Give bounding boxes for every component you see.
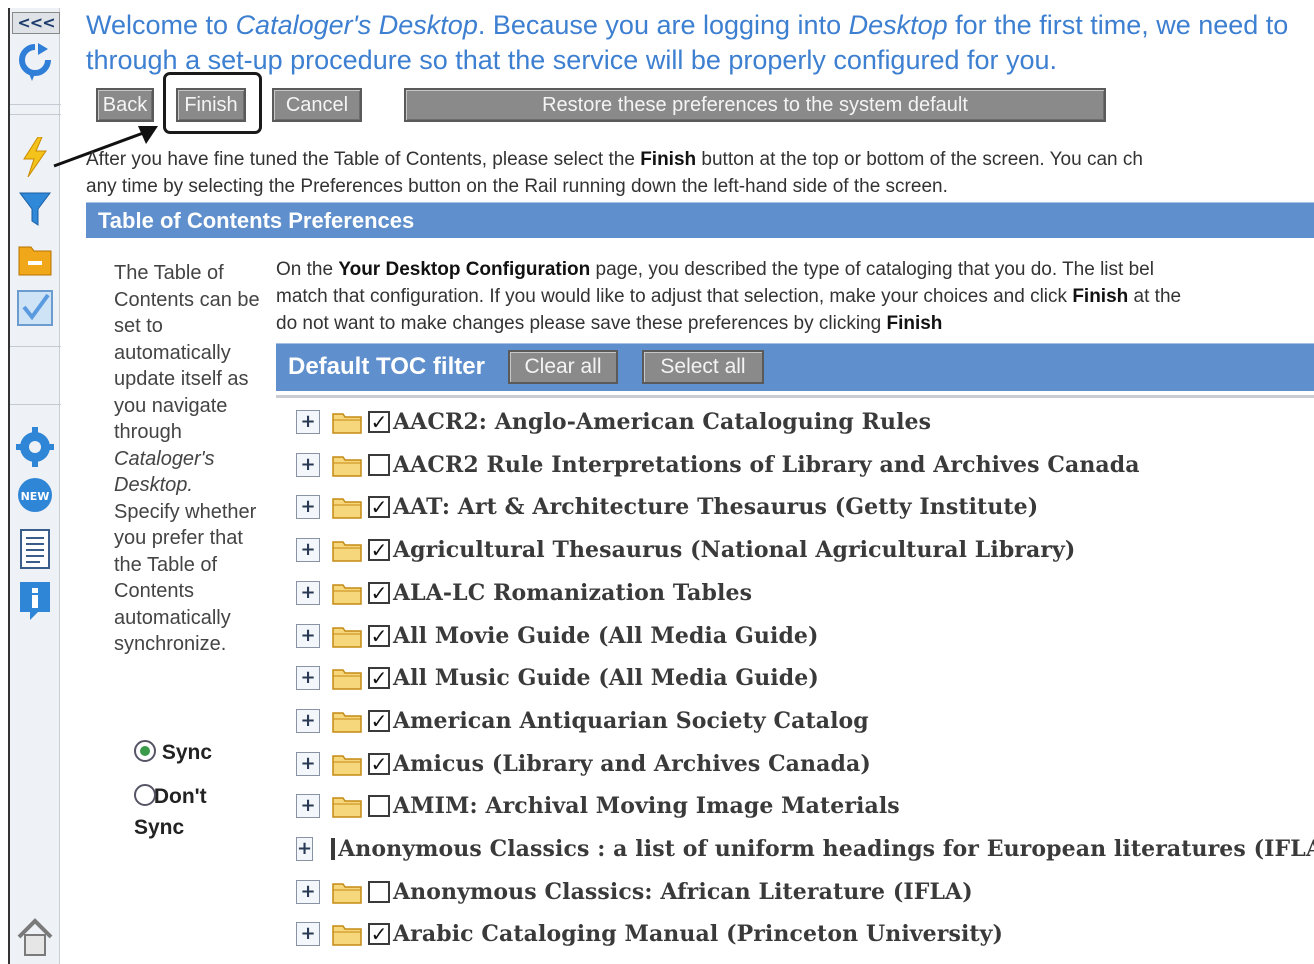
info-icon[interactable] bbox=[14, 580, 56, 622]
cancel-button[interactable]: Cancel bbox=[272, 88, 362, 122]
toc-item-label[interactable]: ALA-LC Romanization Tables bbox=[393, 580, 752, 606]
folder-icon bbox=[332, 584, 362, 605]
folder-icon bbox=[332, 669, 362, 690]
toc-checkbox[interactable]: ✓ bbox=[368, 752, 390, 775]
toc-item-label[interactable]: Anonymous Classics : a list of uniform h… bbox=[338, 836, 1314, 862]
svg-text:NEW: NEW bbox=[21, 490, 50, 503]
radio-dont-sync-button[interactable] bbox=[134, 784, 156, 806]
toc-item-label[interactable]: Agricultural Thesaurus (National Agricul… bbox=[393, 537, 1075, 563]
toc-checkbox[interactable]: ✓ bbox=[368, 709, 390, 732]
list-item: + ✓ Arabic Cataloging Manual (Princeton Un… bbox=[296, 914, 1314, 954]
toc-checkbox[interactable] bbox=[368, 453, 390, 476]
folder-icon bbox=[332, 712, 362, 733]
divider bbox=[276, 395, 1314, 398]
toc-checkbox[interactable]: ✓ bbox=[368, 624, 390, 647]
expand-icon[interactable]: + bbox=[296, 623, 320, 648]
folder-icon bbox=[332, 882, 362, 904]
expand-icon[interactable]: + bbox=[296, 837, 314, 861]
list-item: + ✓ All Movie Guide (All Media Guide) bbox=[296, 616, 1314, 656]
list-item: + ✓ All Music Guide (All Media Guide) bbox=[296, 658, 1314, 698]
toc-item-label[interactable]: All Music Guide (All Media Guide) bbox=[393, 665, 819, 691]
intro-instructions: After you have fine tuned the Table of C… bbox=[86, 149, 1143, 197]
expand-icon[interactable]: + bbox=[296, 538, 320, 563]
expand-icon[interactable]: + bbox=[296, 794, 320, 819]
clear-all-button[interactable]: Clear all bbox=[508, 350, 618, 384]
restore-defaults-button[interactable]: Restore these preferences to the system … bbox=[404, 88, 1106, 122]
list-item: + ✓ Agricultural Thesaurus (National Agric… bbox=[296, 530, 1314, 570]
expand-icon[interactable]: + bbox=[296, 666, 320, 691]
select-all-button[interactable]: Select all bbox=[642, 350, 764, 384]
radio-dont-sync[interactable]: Don't Sync bbox=[134, 781, 254, 843]
expand-icon[interactable]: + bbox=[296, 580, 320, 605]
refresh-icon[interactable] bbox=[14, 42, 56, 84]
expand-icon[interactable]: + bbox=[296, 452, 320, 477]
toc-checkbox[interactable]: ✓ bbox=[368, 923, 390, 946]
expand-icon[interactable]: + bbox=[296, 879, 320, 904]
list-item: + ✓ ALA-LC Romanization Tables bbox=[296, 573, 1314, 613]
toc-checkbox[interactable]: ✓ bbox=[368, 411, 390, 433]
folder-icon bbox=[332, 541, 362, 562]
folder-icon bbox=[332, 498, 362, 520]
list-item: + AACR2 Rule Interpretations of Library a… bbox=[296, 445, 1314, 485]
toc-item-label[interactable]: AACR2 Rule Interpretations of Library an… bbox=[393, 452, 1140, 478]
finish-highlight-box bbox=[163, 72, 262, 134]
list-item: + Anonymous Classics : a list of uniform … bbox=[296, 829, 1314, 869]
home-icon[interactable] bbox=[14, 916, 56, 958]
toc-filter-bar: Default TOC filter Clear all Select all bbox=[276, 343, 1314, 391]
folder-icon bbox=[332, 754, 362, 776]
toc-item-label[interactable]: AAT: Art & Architecture Thesaurus (Getty… bbox=[393, 494, 1038, 520]
back-button[interactable]: Back bbox=[96, 88, 154, 122]
toc-item-label[interactable]: AMIM: Archival Moving Image Materials bbox=[393, 793, 900, 819]
gear-icon[interactable] bbox=[14, 426, 56, 468]
toc-item-label[interactable]: All Movie Guide (All Media Guide) bbox=[393, 623, 819, 649]
configuration-description: On the Your Desktop Configuration page, … bbox=[276, 259, 1182, 334]
folder-icon[interactable] bbox=[14, 238, 56, 280]
toc-item-label[interactable]: AACR2: Anglo-American Cataloguing Rules bbox=[393, 409, 931, 435]
checkmark-icon[interactable] bbox=[14, 286, 56, 328]
section-title: Table of Contents Preferences bbox=[86, 202, 1314, 238]
collapse-rail-button[interactable]: <<< bbox=[12, 12, 60, 34]
filter-title: Default TOC filter bbox=[288, 353, 485, 380]
filter-icon[interactable] bbox=[14, 188, 56, 230]
toc-item-label[interactable]: Amicus (Library and Archives Canada) bbox=[393, 751, 871, 777]
folder-icon bbox=[332, 925, 362, 947]
folder-icon bbox=[332, 455, 362, 477]
expand-icon[interactable]: + bbox=[296, 922, 320, 947]
expand-icon[interactable]: + bbox=[296, 410, 320, 434]
radio-sync[interactable]: Sync bbox=[134, 740, 212, 765]
toc-checkbox[interactable]: ✓ bbox=[368, 667, 390, 690]
toc-checkbox[interactable]: ✓ bbox=[368, 539, 390, 562]
folder-icon bbox=[332, 626, 362, 648]
list-item: + Anonymous Classics: African Literature … bbox=[296, 872, 1314, 912]
expand-icon[interactable]: + bbox=[296, 708, 320, 733]
toc-checkbox[interactable]: ✓ bbox=[368, 581, 390, 604]
welcome-message: Welcome to Cataloger's Desktop. Because … bbox=[86, 10, 1289, 75]
toc-checkbox[interactable] bbox=[368, 795, 390, 818]
toc-item-label[interactable]: American Antiquarian Society Catalog bbox=[393, 708, 869, 734]
new-badge-icon[interactable]: NEW bbox=[14, 474, 56, 516]
folder-icon bbox=[332, 413, 362, 434]
toc-item-label[interactable]: Anonymous Classics: African Literature (… bbox=[393, 879, 973, 905]
folder-icon bbox=[332, 797, 362, 819]
list-item: + ✓ American Antiquarian Society Catalog bbox=[296, 701, 1314, 741]
list-item: + ✓ Amicus (Library and Archives Canada) bbox=[296, 744, 1314, 784]
document-icon[interactable] bbox=[14, 528, 56, 570]
expand-icon[interactable]: + bbox=[296, 751, 320, 776]
expand-icon[interactable]: + bbox=[296, 495, 320, 520]
list-item: + ✓ AAT: Art & Architecture Thesaurus (Get… bbox=[296, 487, 1314, 527]
radio-sync-button[interactable] bbox=[134, 740, 156, 762]
toc-item-label[interactable]: Arabic Cataloging Manual (Princeton Univ… bbox=[393, 921, 1003, 947]
sync-description: The Table of Contents can be set to auto… bbox=[114, 262, 260, 655]
list-item: + AMIM: Archival Moving Image Materials bbox=[296, 786, 1314, 826]
toc-checkbox[interactable] bbox=[331, 838, 336, 860]
toc-checkbox[interactable] bbox=[368, 880, 390, 903]
list-item: + ✓ AACR2: Anglo-American Cataloguing Rule… bbox=[296, 402, 1314, 442]
toc-checkbox[interactable]: ✓ bbox=[368, 496, 390, 519]
